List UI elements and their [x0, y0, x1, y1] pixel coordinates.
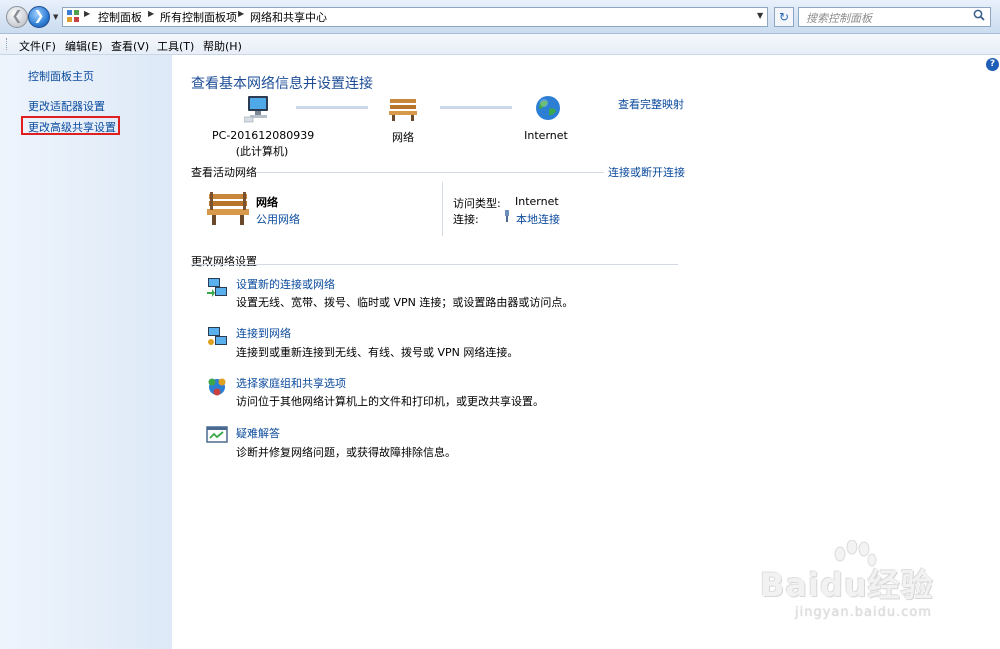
network-bench-icon	[389, 99, 417, 121]
task-homegroup-link[interactable]: 选择家庭组和共享选项	[236, 375, 346, 391]
sidebar-item-home[interactable]: 控制面板主页	[28, 68, 94, 84]
menu-view[interactable]: 查看(V)	[111, 38, 149, 54]
control-panel-icon	[67, 10, 79, 22]
breadcrumb-control-panel[interactable]: 控制面板	[98, 9, 142, 25]
history-dropdown-icon[interactable]: ▼	[53, 13, 58, 21]
left-pane	[0, 55, 172, 649]
help-icon[interactable]: ?	[986, 58, 999, 71]
task-troubleshoot-desc: 诊断并修复网络问题，或获得故障排除信息。	[236, 446, 456, 459]
menu-bar	[0, 34, 1000, 55]
network-label: 网络	[392, 131, 414, 144]
task-connect-network-link[interactable]: 连接到网络	[236, 325, 291, 341]
back-button[interactable]: ❮	[6, 6, 28, 28]
local-connection-link[interactable]: 本地连接	[516, 211, 560, 227]
menu-tools[interactable]: 工具(T)	[157, 38, 194, 54]
refresh-button[interactable]: ↻	[774, 7, 794, 27]
breadcrumb-separator-icon: ▶	[148, 9, 155, 18]
menu-edit[interactable]: 编辑(E)	[65, 38, 103, 54]
menu-grip	[6, 38, 9, 50]
forward-button[interactable]: ❯	[28, 6, 50, 28]
back-arrow-icon: ❮	[11, 9, 23, 24]
task-homegroup-desc: 访问位于其他网络计算机上的文件和打印机，或更改共享设置。	[236, 395, 544, 408]
highlight-box	[21, 116, 120, 135]
task-new-connection-link[interactable]: 设置新的连接或网络	[236, 276, 335, 292]
forward-arrow-icon: ❯	[33, 9, 45, 24]
full-map-link[interactable]: 查看完整映射	[618, 96, 684, 112]
map-link-line	[296, 106, 368, 109]
map-link-line	[440, 106, 512, 109]
address-dropdown-icon[interactable]: ▼	[757, 11, 763, 20]
connection-label: 连接:	[453, 213, 479, 226]
active-networks-header: 查看活动网络	[191, 166, 257, 179]
internet-label: Internet	[524, 129, 568, 142]
troubleshoot-icon	[206, 426, 228, 443]
breadcrumb-separator-icon: ▶	[84, 9, 91, 18]
breadcrumb-network-center[interactable]: 网络和共享中心	[250, 9, 327, 25]
internet-globe-icon	[536, 96, 560, 120]
refresh-icon: ↻	[778, 10, 790, 24]
homegroup-icon	[208, 378, 226, 396]
access-type-label: 访问类型:	[453, 197, 501, 210]
network-type-link[interactable]: 公用网络	[256, 211, 300, 227]
page-title: 查看基本网络信息并设置连接	[191, 76, 373, 92]
connect-disconnect-link[interactable]: 连接或断开连接	[608, 164, 685, 180]
computer-sub-label: (此计算机)	[235, 145, 289, 158]
task-troubleshoot-link[interactable]: 疑难解答	[236, 425, 280, 441]
change-settings-header: 更改网络设置	[191, 255, 257, 268]
breadcrumb-all-items[interactable]: 所有控制面板项	[160, 9, 237, 25]
network-bench-icon	[207, 192, 249, 225]
connect-network-icon	[208, 327, 227, 345]
search-icon[interactable]	[973, 9, 985, 21]
baidu-watermark-logo: Baidu经验	[760, 566, 934, 604]
section-divider	[256, 172, 604, 173]
task-connect-network-desc: 连接到或重新连接到无线、有线、拨号或 VPN 网络连接。	[236, 346, 519, 359]
vertical-divider	[442, 182, 443, 236]
search-placeholder: 搜索控制面板	[806, 12, 872, 25]
task-new-connection-desc: 设置无线、宽带、拨号、临时或 VPN 连接；或设置路由器或访问点。	[236, 296, 574, 309]
computer-icon	[244, 96, 268, 123]
access-type-value: Internet	[515, 195, 559, 208]
sidebar-item-adapter[interactable]: 更改适配器设置	[28, 98, 105, 114]
computer-name-label: PC-201612080939	[212, 129, 315, 142]
ethernet-icon	[505, 210, 509, 222]
menu-file[interactable]: 文件(F)	[19, 38, 56, 54]
menu-help[interactable]: 帮助(H)	[203, 38, 242, 54]
section-divider	[191, 264, 678, 265]
active-network-name: 网络	[256, 196, 278, 209]
baidu-watermark-url: jingyan.baidu.com	[795, 605, 932, 620]
breadcrumb-separator-icon: ▶	[238, 9, 245, 18]
new-connection-icon	[207, 278, 227, 297]
